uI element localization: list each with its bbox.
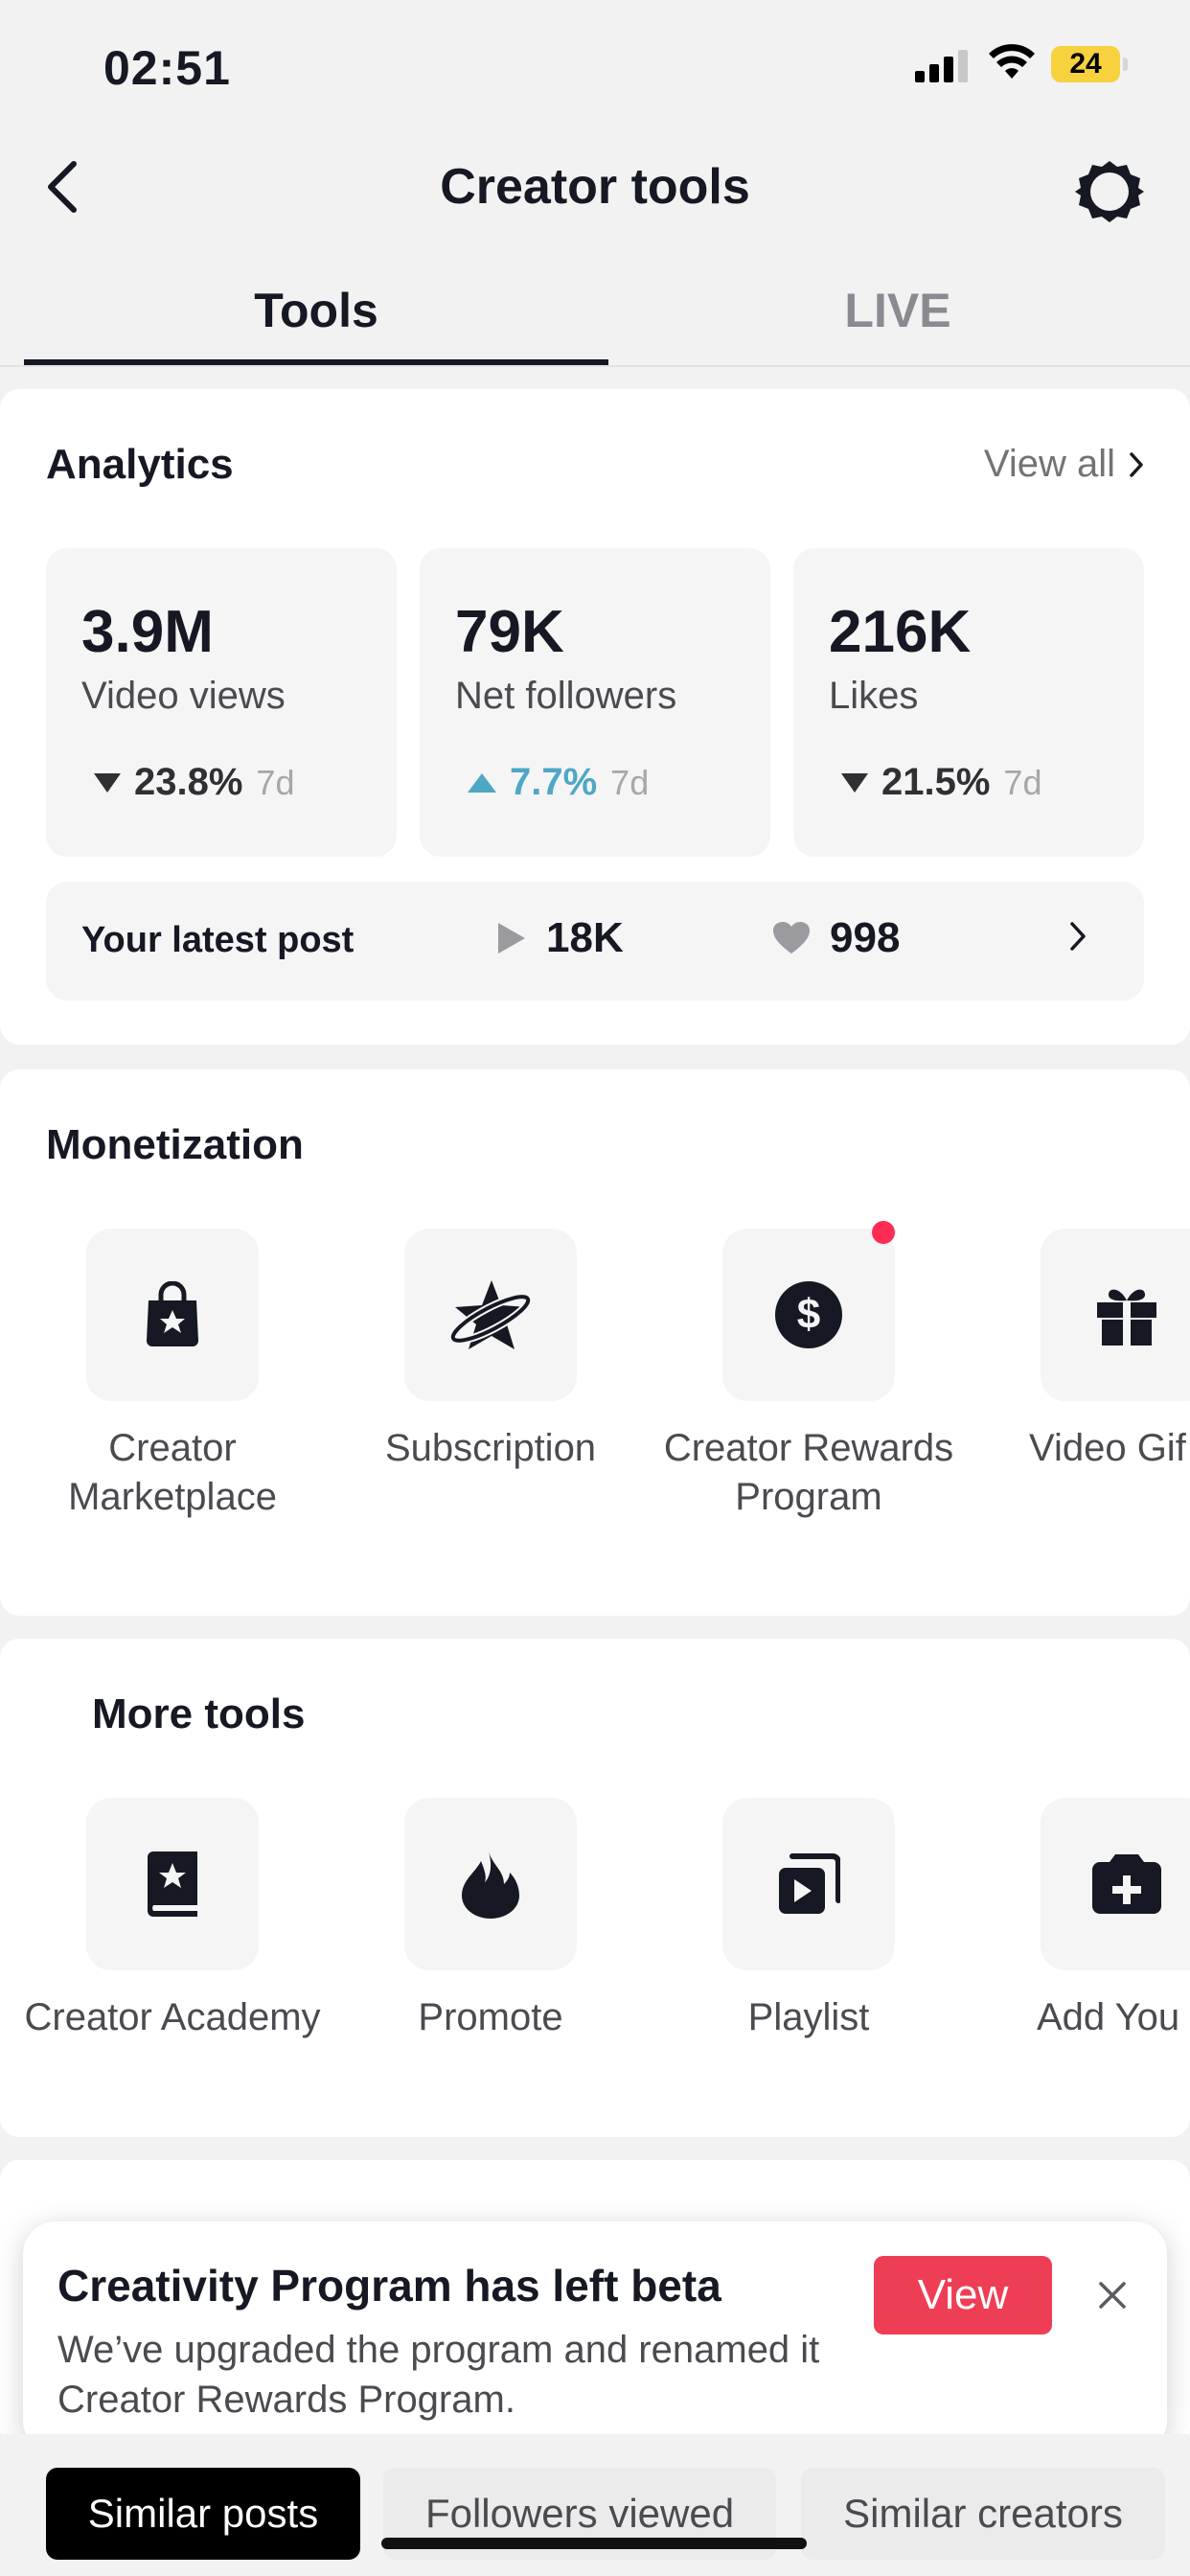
- tool-label: Video Gif: [1029, 1427, 1186, 1469]
- stat-value: 216K: [829, 599, 972, 665]
- close-icon: [1099, 2282, 1126, 2309]
- chevron-right-icon: [1070, 922, 1086, 951]
- cellular-signal-icon: [915, 50, 968, 82]
- flame-icon: [462, 1852, 519, 1919]
- analytics-view-all[interactable]: View all: [984, 443, 1144, 486]
- settings-button[interactable]: [1071, 153, 1148, 230]
- heart-icon: [773, 922, 810, 954]
- tool-creator-rewards-program[interactable]: $: [722, 1229, 895, 1401]
- monetization-title: Monetization: [46, 1121, 304, 1168]
- latest-post-views: 18K: [496, 914, 624, 962]
- tab-tools[interactable]: Tools: [24, 283, 608, 338]
- gift-icon: [1097, 1289, 1156, 1346]
- dollar-coin-icon: $: [775, 1281, 842, 1348]
- banner-body: We’ve upgraded the program and renamed i…: [57, 2329, 820, 2421]
- tool-label: Creator Marketplace: [68, 1427, 277, 1518]
- more-tools-title: More tools: [92, 1690, 306, 1737]
- stat-period: 7d: [1003, 762, 1042, 802]
- stat-value: 79K: [455, 599, 564, 665]
- wifi-icon: [989, 44, 1035, 79]
- stat-card-net-followers[interactable]: 79K Net followers 7.7% 7d: [420, 548, 770, 857]
- battery-level: 24: [1051, 46, 1120, 82]
- tool-creator-marketplace[interactable]: [86, 1229, 259, 1401]
- banner-view-button[interactable]: View: [874, 2256, 1052, 2334]
- tool-subscription[interactable]: [404, 1229, 577, 1401]
- tool-video-gifts[interactable]: [1041, 1229, 1190, 1401]
- status-time: 02:51: [103, 41, 231, 95]
- svg-text:$: $: [797, 1291, 820, 1338]
- banner-title: Creativity Program has left beta: [57, 2261, 721, 2311]
- stat-card-likes[interactable]: 216K Likes 21.5% 7d: [793, 548, 1144, 857]
- stat-card-video-views[interactable]: 3.9M Video views 23.8% 7d: [46, 548, 397, 857]
- tool-add-yours[interactable]: [1041, 1798, 1190, 1970]
- stat-label: Likes: [829, 675, 919, 717]
- stat-change: 23.8% 7d: [94, 761, 294, 804]
- stat-change-pct: 23.8%: [134, 761, 243, 803]
- latest-post-label: Your latest post: [81, 920, 355, 960]
- battery-tip: [1123, 58, 1128, 71]
- tool-label: Creator Academy: [24, 1996, 321, 2038]
- analytics-title: Analytics: [46, 441, 234, 488]
- banner-close-button[interactable]: [1087, 2269, 1138, 2321]
- stat-change-pct: 7.7%: [510, 761, 598, 803]
- shopping-bag-star-icon: [147, 1281, 198, 1346]
- playlist-icon: [779, 1853, 840, 1914]
- view-all-label: View all: [983, 443, 1115, 485]
- stat-label: Net followers: [455, 675, 677, 717]
- tool-label: Subscription: [384, 1427, 597, 1469]
- stat-label: Video views: [81, 675, 286, 717]
- tool-promote[interactable]: [404, 1798, 577, 1970]
- tabs-divider: [0, 365, 1190, 367]
- add-box-icon: [1092, 1854, 1161, 1914]
- tool-label: Playlist: [747, 1996, 870, 2038]
- stat-change-pct: 21.5%: [881, 761, 991, 803]
- stat-change: 7.7% 7d: [468, 761, 649, 804]
- battery-indicator: 24: [1051, 46, 1128, 82]
- tool-label: Promote: [418, 1996, 563, 2038]
- stat-period: 7d: [610, 762, 650, 802]
- latest-post-likes: 998: [772, 914, 900, 962]
- announcement-banner: Creativity Program has left beta We’ve u…: [23, 2221, 1167, 2453]
- chevron-right-icon: [1130, 451, 1143, 477]
- book-star-icon: [148, 1852, 197, 1917]
- trend-down-icon: [94, 772, 121, 793]
- latest-post-likes-value: 998: [830, 914, 901, 961]
- latest-post-views-value: 18K: [546, 914, 624, 961]
- latest-post-row[interactable]: Your latest post 18K 998: [46, 882, 1144, 1000]
- tool-label: Creator Rewards Program: [663, 1427, 954, 1518]
- stat-value: 3.9M: [81, 599, 214, 665]
- home-indicator: [381, 2538, 807, 2549]
- trend-up-icon: [468, 772, 496, 793]
- trend-down-icon: [841, 772, 868, 793]
- star-planet-icon: [449, 1280, 532, 1349]
- stat-period: 7d: [256, 762, 295, 802]
- tool-label: Add You: [1037, 1996, 1180, 2038]
- chip-similar-posts[interactable]: Similar posts: [46, 2468, 360, 2560]
- tool-playlist[interactable]: [722, 1798, 895, 1970]
- chip-similar-creators[interactable]: Similar creators: [801, 2468, 1165, 2560]
- gear-icon: [1075, 161, 1144, 222]
- notification-dot: [872, 1221, 895, 1244]
- tool-creator-academy[interactable]: [86, 1798, 259, 1970]
- tab-live[interactable]: LIVE: [606, 283, 1190, 338]
- page-title: Creator tools: [440, 159, 750, 215]
- stat-change: 21.5% 7d: [841, 761, 1041, 804]
- play-icon: [498, 923, 525, 954]
